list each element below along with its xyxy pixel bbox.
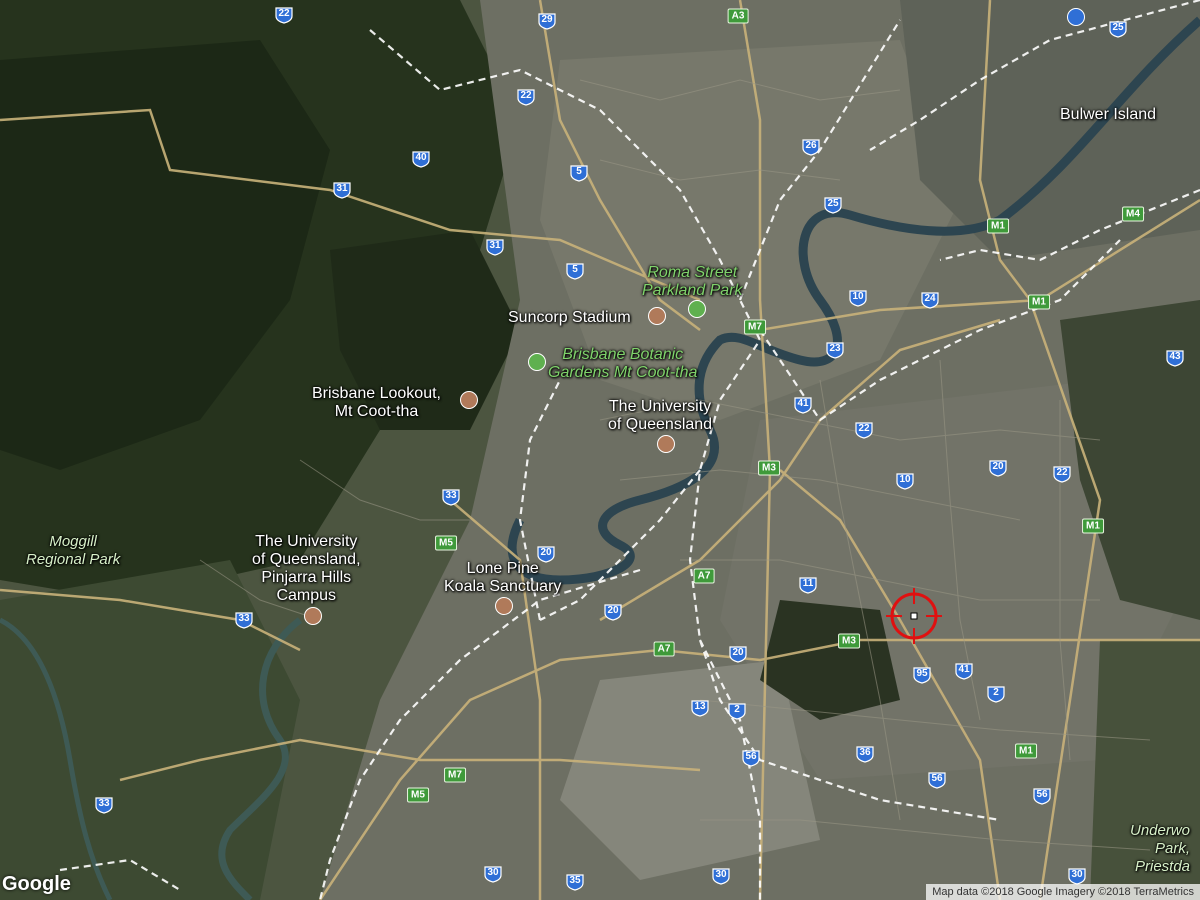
motorway-marker-a7[interactable]: A7 [693, 568, 715, 584]
label-underwood-park: Underwo Park, Priestda [1130, 822, 1191, 875]
park-icon[interactable] [688, 300, 706, 318]
route-shield-95[interactable]: 95 [913, 666, 931, 684]
route-shield-33[interactable]: 33 [95, 796, 113, 814]
motorway-marker-m7[interactable]: M7 [744, 319, 766, 335]
label-suncorp-stadium: Suncorp Stadium [508, 309, 631, 326]
label-university-of-queensland: The University of Queensland [608, 398, 713, 433]
route-shield-20[interactable]: 20 [604, 603, 622, 621]
route-shield-22[interactable]: 22 [517, 88, 535, 106]
route-shield-31[interactable]: 31 [486, 238, 504, 256]
route-shield-2[interactable]: 2 [728, 702, 746, 720]
campus-icon[interactable] [304, 607, 322, 625]
route-shield-10[interactable]: 10 [849, 289, 867, 307]
crosshair-target-icon[interactable] [886, 588, 942, 644]
route-shield-20[interactable]: 20 [989, 459, 1007, 477]
google-logo: Google [2, 873, 71, 895]
route-shield-25[interactable]: 25 [824, 196, 842, 214]
route-shield-5[interactable]: 5 [570, 164, 588, 182]
sanctuary-icon[interactable] [495, 597, 513, 615]
route-shield-30[interactable]: 30 [484, 865, 502, 883]
route-shield-30[interactable]: 30 [712, 867, 730, 885]
route-shield-13[interactable]: 13 [691, 699, 709, 717]
label-uq-pinjarra-hills: The University of Queensland, Pinjarra H… [252, 533, 361, 604]
motorway-marker-m7[interactable]: M7 [444, 767, 466, 783]
route-shield-22[interactable]: 22 [855, 421, 873, 439]
label-bulwer-island: Bulwer Island [1060, 106, 1157, 123]
route-shield-2[interactable]: 2 [987, 685, 1005, 703]
route-shield-24[interactable]: 24 [921, 291, 939, 309]
label-brisbane-lookout: Brisbane Lookout, Mt Coot-tha [312, 385, 441, 420]
route-shield-23[interactable]: 23 [826, 341, 844, 359]
label-moggill-regional-park: Moggill Regional Park [26, 533, 121, 568]
route-shield-33[interactable]: 33 [442, 488, 460, 506]
route-shield-43[interactable]: 43 [1166, 349, 1184, 367]
route-shield-22[interactable]: 22 [275, 6, 293, 24]
map-attribution[interactable]: Map data ©2018 Google Imagery ©2018 Terr… [926, 884, 1200, 900]
route-shield-20[interactable]: 20 [729, 645, 747, 663]
map-imagery [0, 0, 1200, 900]
motorway-marker-m4[interactable]: M4 [1122, 206, 1144, 222]
motorway-marker-m1[interactable]: M1 [1015, 743, 1037, 759]
route-shield-33[interactable]: 33 [235, 611, 253, 629]
label-lone-pine-koala-sanctuary: Lone Pine Koala Sanctuary [444, 560, 562, 595]
route-shield-30[interactable]: 30 [1068, 867, 1086, 885]
route-shield-10[interactable]: 10 [896, 472, 914, 490]
lookout-icon[interactable] [460, 391, 478, 409]
route-shield-31[interactable]: 31 [333, 181, 351, 199]
motorway-marker-a3[interactable]: A3 [727, 8, 749, 24]
route-shield-20[interactable]: 20 [537, 545, 555, 563]
route-shield-40[interactable]: 40 [412, 150, 430, 168]
motorway-marker-m1[interactable]: M1 [987, 218, 1009, 234]
route-shield-5[interactable]: 5 [566, 262, 584, 280]
route-shield-41[interactable]: 41 [794, 396, 812, 414]
stadium-icon[interactable] [648, 307, 666, 325]
airport-icon[interactable] [1067, 8, 1085, 26]
motorway-marker-m3[interactable]: M3 [758, 460, 780, 476]
label-roma-street-parkland: Roma Street Parkland Park [642, 264, 743, 299]
motorway-marker-m3[interactable]: M3 [838, 633, 860, 649]
route-shield-35[interactable]: 35 [566, 873, 584, 891]
label-botanic-gardens: Brisbane Botanic Gardens Mt Coot-tha [548, 346, 698, 381]
motorway-marker-m5[interactable]: M5 [435, 535, 457, 551]
route-shield-41[interactable]: 41 [955, 662, 973, 680]
motorway-marker-m5[interactable]: M5 [407, 787, 429, 803]
motorway-marker-m1[interactable]: M1 [1028, 294, 1050, 310]
motorway-marker-m1[interactable]: M1 [1082, 518, 1104, 534]
route-shield-56[interactable]: 56 [742, 749, 760, 767]
route-shield-56[interactable]: 56 [928, 771, 946, 789]
satellite-map[interactable]: Bulwer Island Roma Street Parkland Park … [0, 0, 1200, 900]
route-shield-11[interactable]: 11 [799, 576, 817, 594]
motorway-marker-a7[interactable]: A7 [653, 641, 675, 657]
route-shield-22[interactable]: 22 [1053, 465, 1071, 483]
route-shield-25[interactable]: 25 [1109, 20, 1127, 38]
route-shield-29[interactable]: 29 [538, 12, 556, 30]
route-shield-26[interactable]: 26 [802, 138, 820, 156]
route-shield-56[interactable]: 56 [1033, 787, 1051, 805]
route-shield-36[interactable]: 36 [856, 745, 874, 763]
garden-icon[interactable] [528, 353, 546, 371]
university-icon[interactable] [657, 435, 675, 453]
